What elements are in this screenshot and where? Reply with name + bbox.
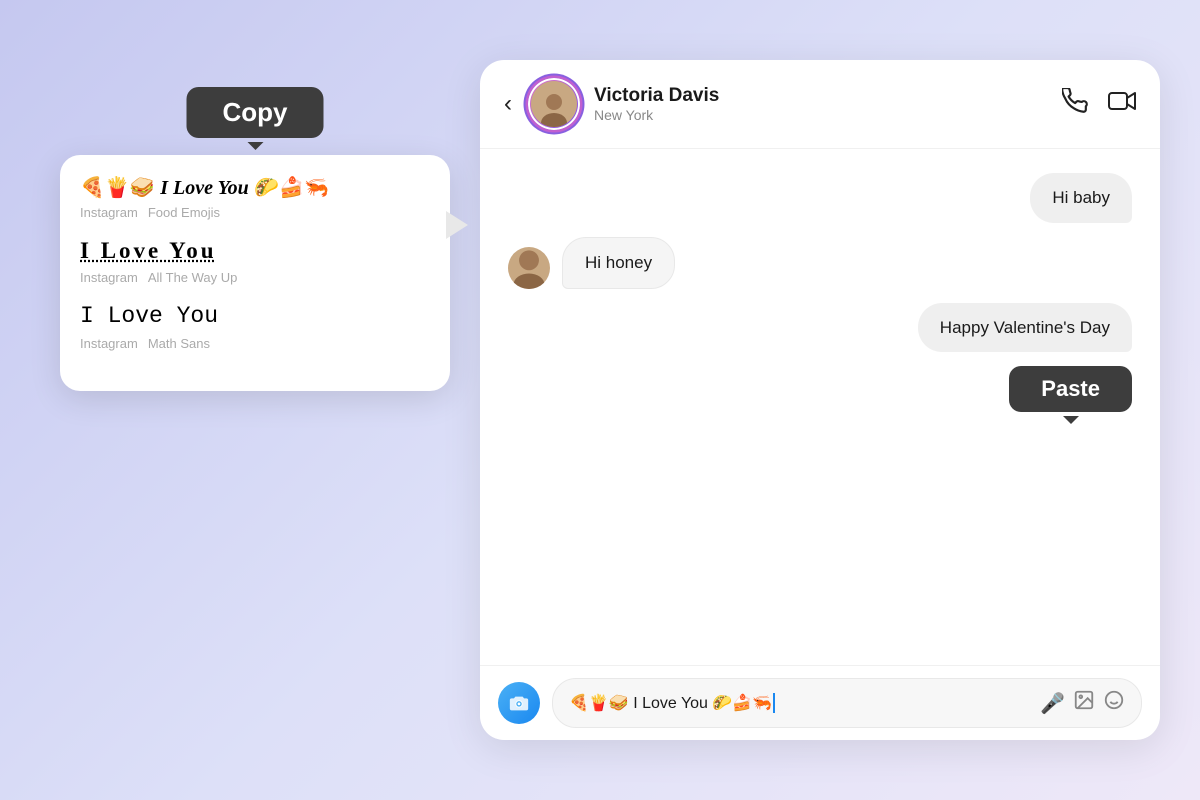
emoji-icon[interactable] [1103, 689, 1125, 717]
message-input-field[interactable]: 🍕🍟🥪 I Love You 🌮🍰🦐 🎤 [552, 678, 1142, 728]
font-tags-dotted: Instagram All The Way Up [80, 270, 430, 285]
message-bubble-hi-honey: Hi honey [562, 237, 675, 289]
camera-icon [508, 692, 530, 714]
paste-tooltip-wrap: Paste [508, 366, 1132, 412]
message-bubble-hi-baby: Hi baby [1030, 173, 1132, 223]
font-style-all-the-way-up[interactable]: I Love You Instagram All The Way Up [80, 236, 430, 285]
paste-tooltip[interactable]: Paste [1009, 366, 1132, 412]
avatar-face [531, 81, 577, 127]
message-row-received-1: Hi honey [508, 237, 1132, 289]
font-preview-dotted: I Love You [80, 236, 430, 266]
received-avatar-silhouette [508, 247, 550, 289]
text-cursor [773, 693, 775, 713]
input-bar: 🍕🍟🥪 I Love You 🌮🍰🦐 🎤 [480, 665, 1160, 740]
header-icons [1062, 88, 1136, 120]
avatar-silhouette [535, 89, 573, 127]
back-button[interactable]: ‹ [504, 90, 512, 118]
contact-avatar-wrap [528, 78, 580, 130]
received-avatar [508, 247, 550, 289]
contact-location: New York [594, 107, 1062, 123]
font-style-math-sans[interactable]: I Love You Instagram Math Sans [80, 301, 430, 351]
chat-panel: ‹ Victoria Davis New York [480, 60, 1160, 740]
image-icon[interactable] [1073, 689, 1095, 717]
message-input-text: 🍕🍟🥪 I Love You 🌮🍰🦐 [569, 693, 1032, 713]
message-bubble-valentines: Happy Valentine's Day [918, 303, 1132, 353]
contact-avatar [528, 78, 580, 130]
camera-button[interactable] [498, 682, 540, 724]
font-style-food-emoji[interactable]: 🍕🍟🥪 I Love You 🌮🍰🦐 Instagram Food Emojis [80, 175, 430, 220]
font-tags-math: Instagram Math Sans [80, 336, 430, 351]
font-styles-card: Copy 🍕🍟🥪 I Love You 🌮🍰🦐 Instagram Food E… [60, 155, 450, 391]
video-icon[interactable] [1108, 88, 1136, 120]
messages-area: Hi baby Hi honey Happy Valentine's Day [480, 149, 1160, 665]
font-preview-emoji: 🍕🍟🥪 I Love You 🌮🍰🦐 [80, 175, 430, 201]
message-row-sent-2: Happy Valentine's Day [508, 303, 1132, 353]
copy-tooltip[interactable]: Copy [187, 87, 324, 138]
contact-info: Victoria Davis New York [594, 85, 1062, 123]
call-icon[interactable] [1062, 88, 1088, 120]
chat-header: ‹ Victoria Davis New York [480, 60, 1160, 149]
message-row-sent-1: Hi baby [508, 173, 1132, 223]
card-cursor-arrow [446, 211, 468, 239]
font-tags-emoji: Instagram Food Emojis [80, 205, 430, 220]
contact-name: Victoria Davis [594, 85, 1062, 107]
microphone-icon[interactable]: 🎤 [1040, 691, 1065, 716]
font-preview-math: I Love You [80, 301, 430, 332]
